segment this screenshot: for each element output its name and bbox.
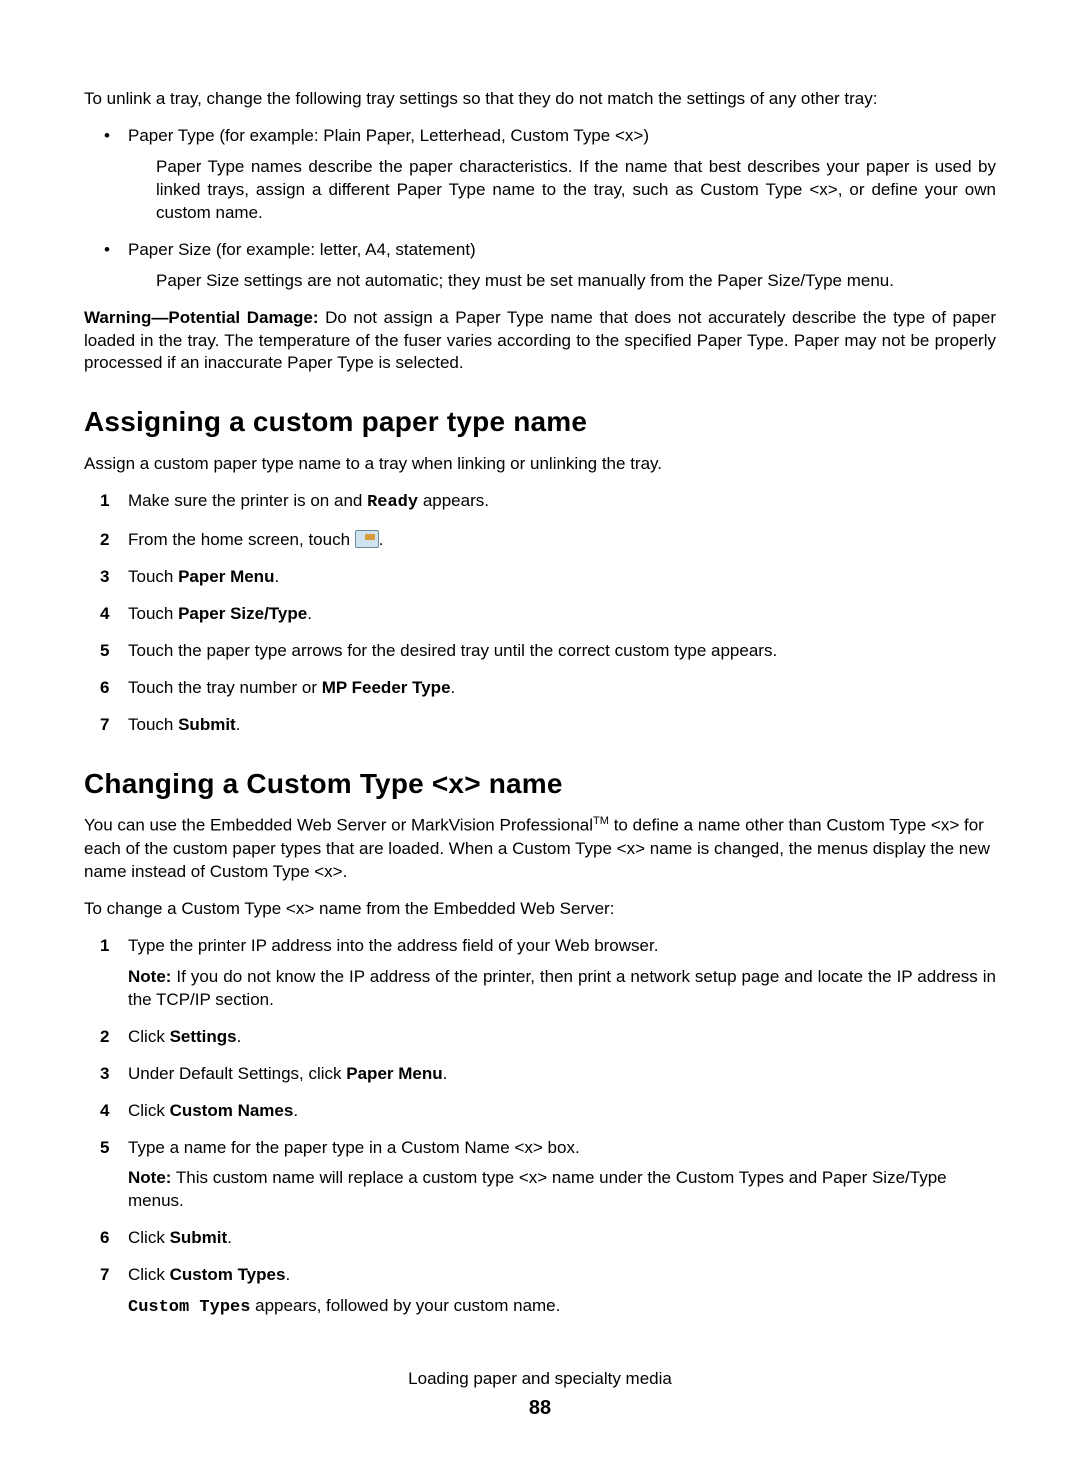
note-label: Note: — [128, 1168, 171, 1187]
warning-paragraph: Warning—Potential Damage: Do not assign … — [84, 307, 996, 376]
step-item: Make sure the printer is on and Ready ap… — [84, 490, 996, 515]
step-text: . — [307, 604, 312, 623]
paper-menu-label: Paper Menu — [178, 567, 274, 586]
step-item: Touch the paper type arrows for the desi… — [84, 640, 996, 663]
bullet-text: Paper Size (for example: letter, A4, sta… — [128, 240, 476, 259]
step-text: Make sure the printer is on and — [128, 491, 367, 510]
step-item: Touch Paper Menu. — [84, 566, 996, 589]
step-text: . — [274, 567, 279, 586]
bullet-sub: Paper Size settings are not automatic; t… — [156, 270, 996, 293]
step-text: . — [451, 678, 456, 697]
paper-size-type-label: Paper Size/Type — [178, 604, 307, 623]
note-body: If you do not know the IP address of the… — [128, 967, 996, 1009]
section2-intro: You can use the Embedded Web Server or M… — [84, 814, 996, 883]
bullet-list: Paper Type (for example: Plain Paper, Le… — [84, 125, 996, 293]
bullet-sub: Paper Type names describe the paper char… — [156, 156, 996, 225]
step-item: Under Default Settings, click Paper Menu… — [84, 1063, 996, 1086]
step-text: Touch the tray number or — [128, 678, 322, 697]
section1-steps: Make sure the printer is on and Ready ap… — [84, 490, 996, 737]
custom-types-label: Custom Types — [170, 1265, 286, 1284]
step-item: Type a name for the paper type in a Cust… — [84, 1137, 996, 1214]
bullet-item: Paper Size (for example: letter, A4, sta… — [84, 239, 996, 293]
follow-rest: appears, followed by your custom name. — [250, 1296, 560, 1315]
submit-label: Submit — [170, 1228, 228, 1247]
step-item: Click Submit. — [84, 1227, 996, 1250]
step-text: Click — [128, 1101, 170, 1120]
step-item: Touch Submit. — [84, 714, 996, 737]
note-label: Note: — [128, 967, 171, 986]
step-text: Click — [128, 1027, 170, 1046]
intro-paragraph: To unlink a tray, change the following t… — [84, 88, 996, 111]
step-text: Under Default Settings, click — [128, 1064, 346, 1083]
step-item: Click Custom Names. — [84, 1100, 996, 1123]
note-block: Note: This custom name will replace a cu… — [128, 1167, 996, 1213]
step-item: Touch the tray number or MP Feeder Type. — [84, 677, 996, 700]
step-text: Touch the paper type arrows for the desi… — [128, 641, 777, 660]
step-text: . — [227, 1228, 232, 1247]
step-text: . — [293, 1101, 298, 1120]
bullet-text: Paper Type (for example: Plain Paper, Le… — [128, 126, 649, 145]
custom-names-label: Custom Names — [170, 1101, 294, 1120]
step-text: Click — [128, 1265, 170, 1284]
step-text: Type a name for the paper type in a Cust… — [128, 1138, 580, 1157]
ready-text: Ready — [367, 493, 418, 512]
tray-icon — [355, 530, 379, 548]
follow-text: Custom Types appears, followed by your c… — [128, 1295, 996, 1320]
step-item: From the home screen, touch . — [84, 529, 996, 552]
mp-feeder-type-label: MP Feeder Type — [322, 678, 451, 697]
step-text: . — [237, 1027, 242, 1046]
bullet-item: Paper Type (for example: Plain Paper, Le… — [84, 125, 996, 225]
step-text: Touch — [128, 604, 178, 623]
footer-chapter: Loading paper and specialty media — [84, 1368, 996, 1391]
step-item: Click Custom Types. Custom Types appears… — [84, 1264, 996, 1320]
intro-text: You can use the Embedded Web Server or M… — [84, 816, 593, 835]
warning-label: Warning—Potential Damage: — [84, 308, 319, 327]
step-text: Type the printer IP address into the add… — [128, 936, 658, 955]
step-text: Click — [128, 1228, 170, 1247]
step-text: . — [236, 715, 241, 734]
section2-steps: Type the printer IP address into the add… — [84, 935, 996, 1320]
page-footer: Loading paper and specialty media 88 — [84, 1368, 996, 1422]
step-text: . — [285, 1265, 290, 1284]
step-item: Type the printer IP address into the add… — [84, 935, 996, 1012]
step-text: . — [443, 1064, 448, 1083]
settings-label: Settings — [170, 1027, 237, 1046]
submit-label: Submit — [178, 715, 236, 734]
step-text: Touch — [128, 567, 178, 586]
tm-superscript: TM — [593, 815, 609, 827]
footer-page-number: 88 — [84, 1395, 996, 1422]
step-text: appears. — [418, 491, 489, 510]
step-text: . — [379, 530, 384, 549]
custom-types-mono: Custom Types — [128, 1298, 250, 1317]
step-text: From the home screen, touch — [128, 530, 355, 549]
step-text: Touch — [128, 715, 178, 734]
section-heading-assigning: Assigning a custom paper type name — [84, 403, 996, 441]
paper-menu-label: Paper Menu — [346, 1064, 442, 1083]
step-item: Click Settings. — [84, 1026, 996, 1049]
note-block: Note: If you do not know the IP address … — [128, 966, 996, 1012]
section1-intro: Assign a custom paper type name to a tra… — [84, 453, 996, 476]
section-heading-changing: Changing a Custom Type <x> name — [84, 765, 996, 803]
step-item: Touch Paper Size/Type. — [84, 603, 996, 626]
section2-lead: To change a Custom Type <x> name from th… — [84, 898, 996, 921]
note-body: This custom name will replace a custom t… — [128, 1168, 947, 1210]
